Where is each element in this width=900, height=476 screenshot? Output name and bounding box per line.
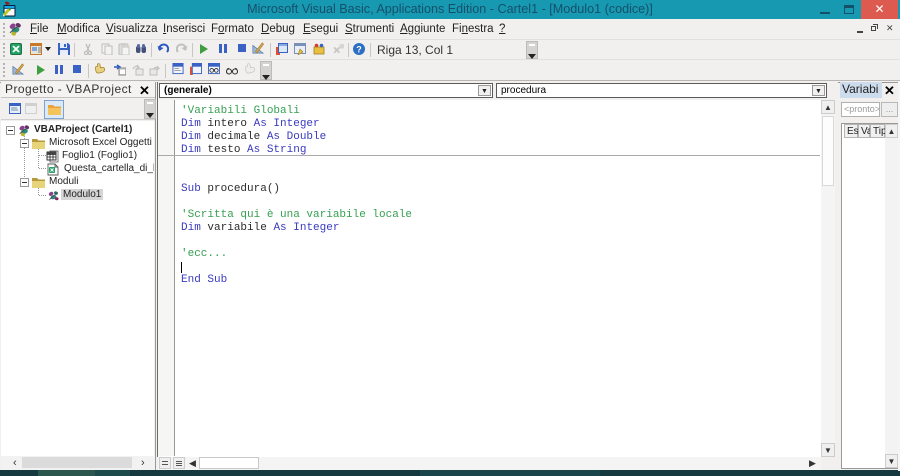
svg-text:?: ? [356, 44, 362, 54]
